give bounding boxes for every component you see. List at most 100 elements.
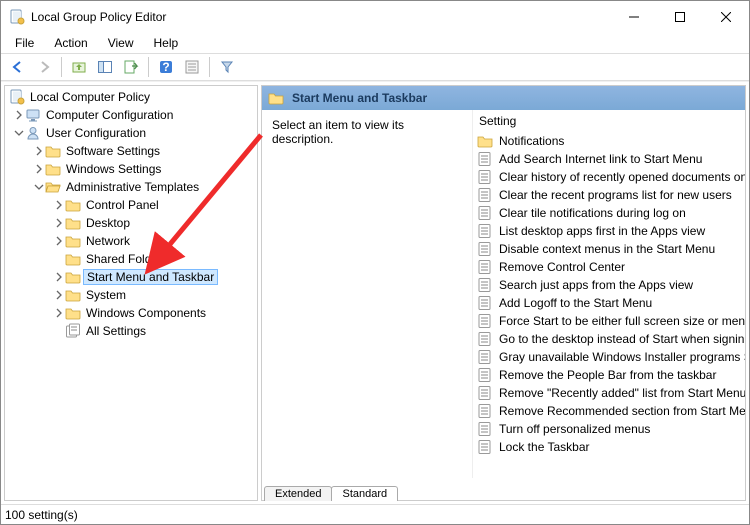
setting-label: Remove "Recently added" list from Start … <box>499 386 745 400</box>
collapse-icon[interactable] <box>13 127 25 139</box>
setting-label: Clear history of recently opened documen… <box>499 170 745 184</box>
setting-row[interactable]: Turn off personalized menus <box>473 420 745 438</box>
description-pane: Select an item to view its description. <box>262 110 472 478</box>
setting-row[interactable]: Disable context menus in the Start Menu <box>473 240 745 258</box>
expand-icon[interactable] <box>53 235 65 247</box>
back-button[interactable] <box>6 55 30 79</box>
policy-item-icon <box>477 241 493 257</box>
tree-all-settings[interactable]: All Settings <box>5 322 257 340</box>
folder-icon <box>65 287 81 303</box>
setting-row[interactable]: Search just apps from the Apps view <box>473 276 745 294</box>
column-header-setting[interactable]: Setting <box>473 110 745 132</box>
forward-button[interactable] <box>32 55 56 79</box>
setting-label: Remove Control Center <box>499 260 625 274</box>
tree-user-config[interactable]: User Configuration <box>5 124 257 142</box>
expand-icon[interactable] <box>53 199 65 211</box>
setting-row[interactable]: Remove the People Bar from the taskbar <box>473 366 745 384</box>
up-button[interactable] <box>67 55 91 79</box>
policy-item-icon <box>477 421 493 437</box>
show-hide-tree-button[interactable] <box>93 55 117 79</box>
policy-item-icon <box>477 205 493 221</box>
setting-row[interactable]: Add Logoff to the Start Menu <box>473 294 745 312</box>
tree-windows-settings[interactable]: Windows Settings <box>5 160 257 178</box>
tree-label: Network <box>83 234 133 248</box>
policy-item-icon <box>477 403 493 419</box>
tree-label: Local Computer Policy <box>27 90 153 104</box>
setting-row[interactable]: Force Start to be either full screen siz… <box>473 312 745 330</box>
tree-start-menu-taskbar[interactable]: Start Menu and Taskbar <box>5 268 257 286</box>
user-icon <box>25 125 41 141</box>
maximize-button[interactable] <box>657 1 703 33</box>
setting-row[interactable]: Gray unavailable Windows Installer progr… <box>473 348 745 366</box>
expand-icon[interactable] <box>53 217 65 229</box>
tree-system[interactable]: System <box>5 286 257 304</box>
tree-label: Computer Configuration <box>43 108 176 122</box>
settings-scroll[interactable]: NotificationsAdd Search Internet link to… <box>473 132 745 478</box>
setting-label: Remove the People Bar from the taskbar <box>499 368 716 382</box>
menu-view[interactable]: View <box>98 34 144 52</box>
menu-action[interactable]: Action <box>44 34 97 52</box>
help-button[interactable]: ? <box>154 55 178 79</box>
folder-icon <box>45 143 61 159</box>
filter-button[interactable] <box>215 55 239 79</box>
setting-row[interactable]: Add Search Internet link to Start Menu <box>473 150 745 168</box>
menu-help[interactable]: Help <box>144 34 189 52</box>
body: Local Computer Policy Computer Configura… <box>1 81 749 504</box>
setting-row[interactable]: Lock the Taskbar <box>473 438 745 456</box>
svg-text:?: ? <box>162 60 169 74</box>
tree-label: Windows Components <box>83 306 209 320</box>
policy-item-icon <box>477 295 493 311</box>
computer-icon <box>25 107 41 123</box>
folder-open-icon <box>45 179 61 195</box>
folder-icon <box>45 161 61 177</box>
tree-shared-folders[interactable]: Shared Folders <box>5 250 257 268</box>
tree-label: System <box>83 288 129 302</box>
setting-row[interactable]: Remove Recommended section from Start Me… <box>473 402 745 420</box>
status-bar: 100 setting(s) <box>1 504 749 524</box>
tree-label: Desktop <box>83 216 133 230</box>
collapse-icon[interactable] <box>33 181 45 193</box>
tree-label: Software Settings <box>63 144 163 158</box>
setting-label: Add Logoff to the Start Menu <box>499 296 652 310</box>
expand-icon[interactable] <box>33 145 45 157</box>
tabs: Extended Standard <box>262 478 745 500</box>
expand-icon[interactable] <box>33 163 45 175</box>
tree-control-panel[interactable]: Control Panel <box>5 196 257 214</box>
setting-row[interactable]: Clear history of recently opened documen… <box>473 168 745 186</box>
tab-standard[interactable]: Standard <box>331 486 398 501</box>
expand-icon[interactable] <box>53 307 65 319</box>
setting-row[interactable]: Clear the recent programs list for new u… <box>473 186 745 204</box>
setting-label: Remove Recommended section from Start Me… <box>499 404 745 418</box>
export-button[interactable] <box>119 55 143 79</box>
setting-label: Turn off personalized menus <box>499 422 650 436</box>
setting-row[interactable]: Clear tile notifications during log on <box>473 204 745 222</box>
setting-row[interactable]: Go to the desktop instead of Start when … <box>473 330 745 348</box>
folder-icon <box>65 305 81 321</box>
setting-row[interactable]: Notifications <box>473 132 745 150</box>
minimize-button[interactable] <box>611 1 657 33</box>
close-button[interactable] <box>703 1 749 33</box>
tree-root[interactable]: Local Computer Policy <box>5 88 257 106</box>
toolbar-separator <box>209 57 210 77</box>
tab-extended[interactable]: Extended <box>264 486 332 501</box>
tree-software-settings[interactable]: Software Settings <box>5 142 257 160</box>
tree-network[interactable]: Network <box>5 232 257 250</box>
menu-file[interactable]: File <box>5 34 44 52</box>
expand-icon[interactable] <box>13 109 25 121</box>
expand-icon[interactable] <box>53 289 65 301</box>
tree-pane[interactable]: Local Computer Policy Computer Configura… <box>4 85 258 501</box>
setting-row[interactable]: Remove "Recently added" list from Start … <box>473 384 745 402</box>
policy-item-icon <box>477 313 493 329</box>
properties-button[interactable] <box>180 55 204 79</box>
detail-pane: Start Menu and Taskbar Select an item to… <box>261 85 746 501</box>
tree-windows-components[interactable]: Windows Components <box>5 304 257 322</box>
tree-admin-templates[interactable]: Administrative Templates <box>5 178 257 196</box>
setting-row[interactable]: Remove Control Center <box>473 258 745 276</box>
tree-desktop[interactable]: Desktop <box>5 214 257 232</box>
expand-icon[interactable] <box>53 271 65 283</box>
folder-icon <box>477 133 493 149</box>
setting-row[interactable]: List desktop apps first in the Apps view <box>473 222 745 240</box>
tree-computer-config[interactable]: Computer Configuration <box>5 106 257 124</box>
setting-label: List desktop apps first in the Apps view <box>499 224 705 238</box>
settings-list: Setting NotificationsAdd Search Internet… <box>472 110 745 478</box>
